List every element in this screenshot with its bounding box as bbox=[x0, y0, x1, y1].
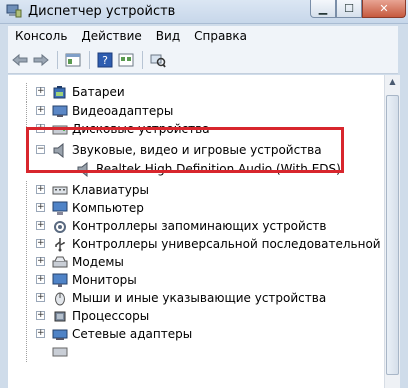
close-button[interactable]: ✕ bbox=[362, 0, 406, 18]
menu-view[interactable]: Вид bbox=[149, 26, 187, 46]
tree-line bbox=[26, 307, 36, 326]
tree-item-label: Компьютер bbox=[72, 201, 144, 215]
tree-item-storage-controllers[interactable]: + Контроллеры запоминающих устройств bbox=[8, 217, 384, 236]
tree-item-label: Видеоадаптеры bbox=[72, 104, 174, 118]
close-icon: ✕ bbox=[379, 2, 389, 15]
keyboard-icon bbox=[52, 186, 68, 195]
minimize-icon: ▁ bbox=[318, 2, 328, 15]
battery-icon bbox=[53, 86, 66, 99]
view-button[interactable] bbox=[116, 50, 136, 70]
tree-item-monitors[interactable]: + Мониторы bbox=[8, 271, 384, 290]
menu-console[interactable]: Консоль bbox=[8, 26, 74, 46]
tree-item-label: Контроллеры универсальной последовательн… bbox=[72, 237, 384, 251]
toolbar-separator bbox=[89, 50, 90, 69]
toolbar-separator bbox=[142, 50, 143, 69]
expand-icon[interactable]: + bbox=[36, 185, 45, 194]
view-icon bbox=[118, 53, 134, 66]
tree-line bbox=[26, 181, 36, 200]
tree-item-keyboards[interactable]: + Клавиатуры bbox=[8, 181, 384, 200]
maximize-icon: ☐ bbox=[344, 2, 354, 15]
tree-line bbox=[26, 217, 36, 236]
expand-icon[interactable]: + bbox=[36, 257, 45, 266]
tree-item-label: Контроллеры запоминающих устройств bbox=[72, 219, 327, 233]
tree-line bbox=[26, 289, 36, 308]
tree-item-label: Мыши и иные указывающие устройства bbox=[72, 291, 327, 305]
monitor-icon bbox=[52, 273, 68, 287]
minimize-button[interactable]: ▁ bbox=[310, 0, 336, 18]
menu-help[interactable]: Справка bbox=[187, 26, 254, 46]
mouse-icon bbox=[55, 292, 65, 306]
highlight-box bbox=[26, 127, 344, 173]
tree-item-display-adapters[interactable]: + Видеоадаптеры bbox=[8, 102, 384, 121]
menu-bar: Консоль Действие Вид Справка bbox=[8, 26, 398, 46]
tree-item-label: Процессоры bbox=[72, 309, 150, 323]
scan-hardware-button[interactable] bbox=[148, 50, 168, 70]
help-button[interactable]: ? bbox=[95, 50, 115, 70]
processor-icon bbox=[54, 311, 66, 322]
display-adapter-icon bbox=[52, 105, 68, 117]
tree-item-processors[interactable]: + Процессоры bbox=[8, 307, 384, 326]
expand-icon[interactable]: + bbox=[36, 239, 45, 248]
storage-controller-icon bbox=[54, 221, 66, 233]
tree-item-label: Сетевые адаптеры bbox=[72, 327, 193, 341]
tree-item-mice[interactable]: + Мыши и иные указывающие устройства bbox=[8, 289, 384, 308]
expand-icon[interactable]: + bbox=[36, 311, 45, 320]
tree-item-modems[interactable]: + Модемы bbox=[8, 253, 384, 272]
title-bar[interactable]: Диспетчер устройств ▁ ☐ ✕ bbox=[0, 0, 408, 24]
tree-line bbox=[26, 271, 36, 290]
forward-arrow-icon bbox=[33, 53, 49, 66]
computer-icon bbox=[52, 201, 68, 215]
expand-icon[interactable]: + bbox=[36, 106, 45, 115]
usb-icon bbox=[55, 238, 65, 252]
tree-line bbox=[26, 199, 36, 218]
tree-item-label: Мониторы bbox=[72, 273, 137, 287]
expand-icon[interactable]: + bbox=[36, 221, 45, 230]
tree-item-label: Батареи bbox=[72, 85, 125, 99]
expand-icon[interactable]: + bbox=[36, 87, 45, 96]
tree-line bbox=[26, 235, 36, 254]
tree-item-partial bbox=[8, 343, 384, 362]
vertical-scrollbar[interactable]: ▲ bbox=[384, 75, 400, 388]
tree-item-label: Клавиатуры bbox=[72, 183, 149, 197]
tree-item-network-adapters[interactable]: + Сетевые адаптеры bbox=[8, 325, 384, 344]
window-title: Диспетчер устройств bbox=[28, 4, 176, 19]
device-tree[interactable]: + Батареи + Видеоадаптеры + Дисковые уст… bbox=[8, 75, 384, 388]
tree-line bbox=[26, 325, 36, 344]
device-manager-window: Диспетчер устройств ▁ ☐ ✕ Консоль Действ… bbox=[0, 0, 408, 388]
properties-button[interactable] bbox=[63, 50, 83, 70]
scroll-thumb[interactable] bbox=[386, 95, 399, 375]
forward-button[interactable] bbox=[31, 50, 51, 70]
menu-action[interactable]: Действие bbox=[74, 26, 148, 46]
modem-icon bbox=[52, 256, 68, 268]
tree-line bbox=[26, 102, 36, 121]
maximize-button[interactable]: ☐ bbox=[336, 0, 362, 18]
toolbar-separator bbox=[57, 50, 58, 69]
network-adapter-icon bbox=[52, 329, 68, 340]
tree-item-computer[interactable]: + Компьютер bbox=[8, 199, 384, 218]
tree-line bbox=[26, 343, 36, 362]
scroll-up-icon[interactable]: ▲ bbox=[386, 77, 399, 91]
tree-item-usb-controllers[interactable]: + Контроллеры универсальной последовател… bbox=[8, 235, 384, 254]
expand-icon[interactable]: + bbox=[36, 329, 45, 338]
back-button[interactable] bbox=[10, 50, 30, 70]
properties-icon bbox=[65, 53, 81, 66]
device-manager-app-icon bbox=[6, 4, 22, 18]
device-icon bbox=[52, 347, 68, 357]
expand-icon[interactable]: + bbox=[36, 293, 45, 302]
expand-icon[interactable]: + bbox=[36, 275, 45, 284]
toolbar: ? bbox=[8, 46, 398, 74]
help-icon: ? bbox=[97, 52, 113, 67]
tree-item-batteries[interactable]: + Батареи bbox=[8, 83, 384, 102]
tree-line bbox=[26, 83, 36, 102]
expand-icon[interactable]: + bbox=[36, 203, 45, 212]
svg-text:?: ? bbox=[102, 54, 108, 67]
tree-line bbox=[26, 253, 36, 272]
window-controls: ▁ ☐ ✕ bbox=[310, 0, 406, 20]
back-arrow-icon bbox=[12, 53, 28, 66]
scan-hardware-icon bbox=[150, 54, 166, 67]
tree-item-label: Модемы bbox=[72, 255, 124, 269]
